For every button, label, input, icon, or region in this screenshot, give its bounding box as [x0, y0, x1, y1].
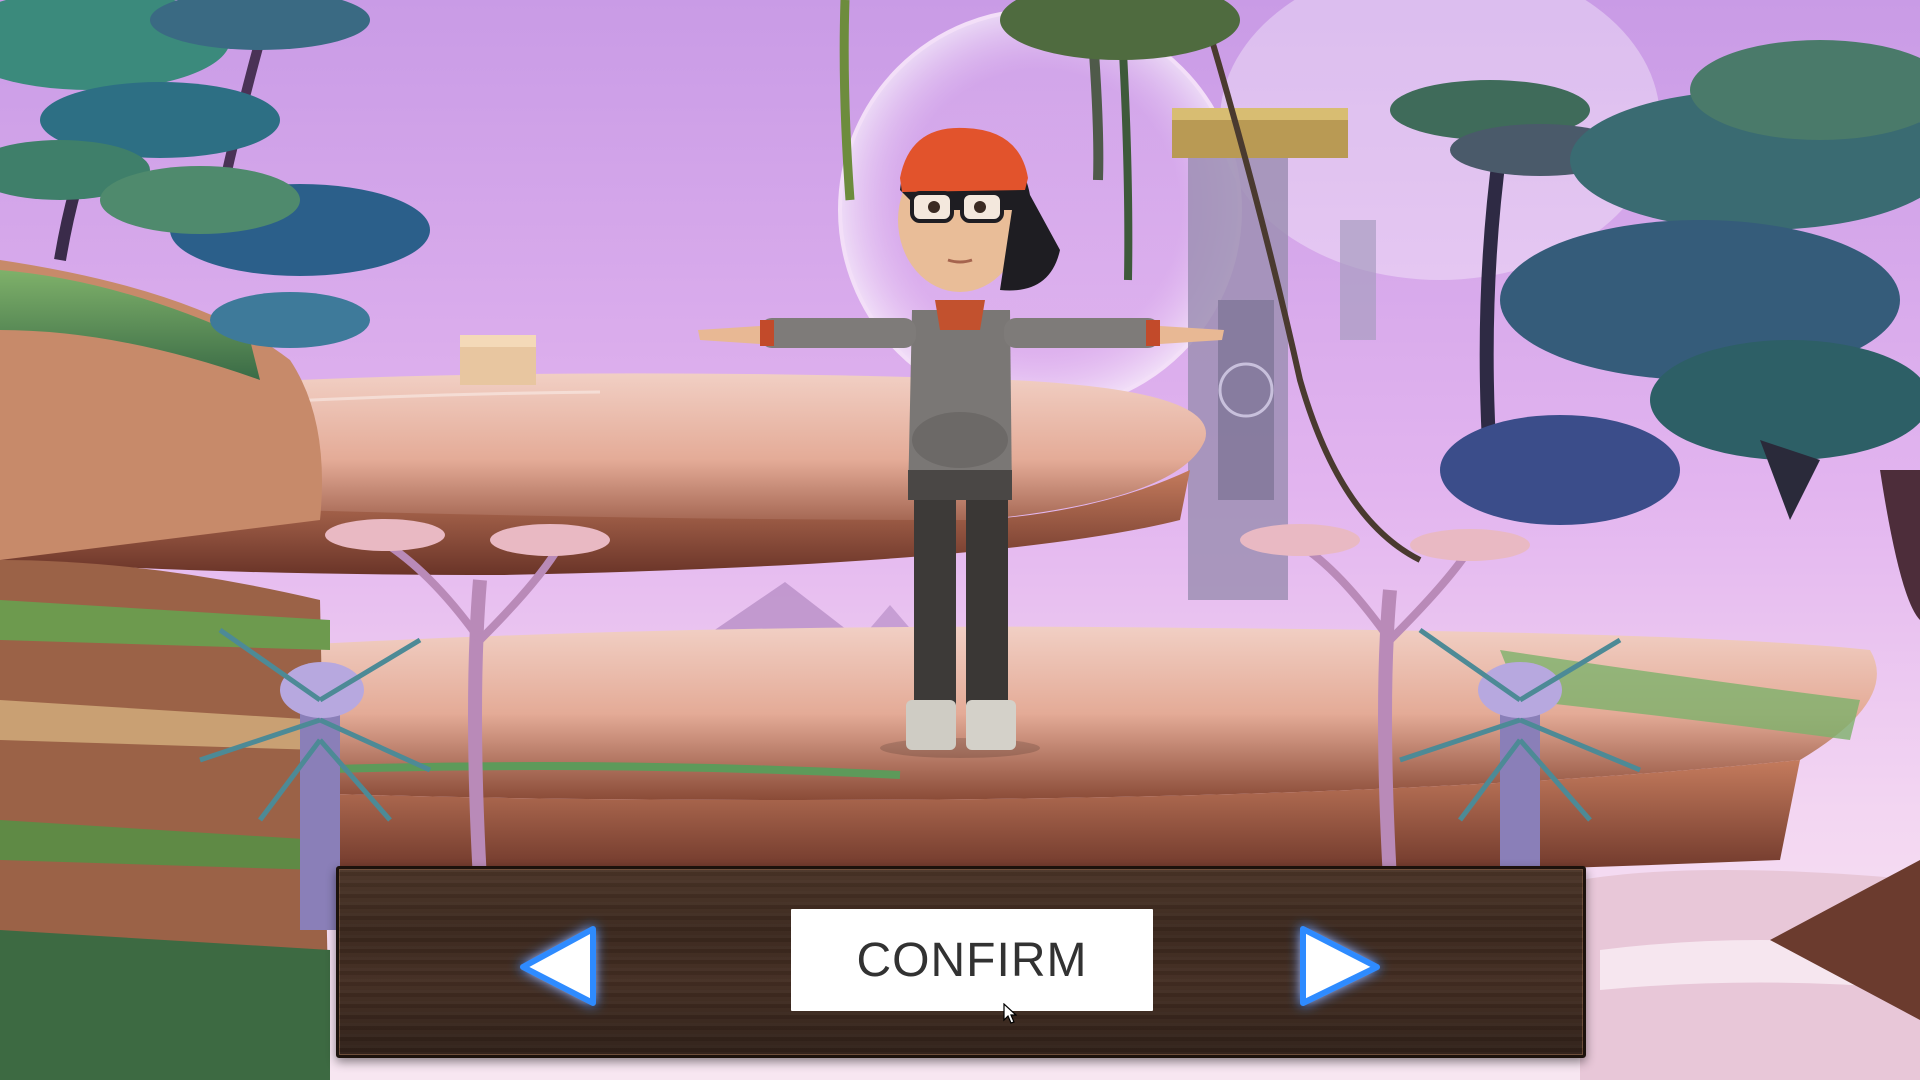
- previous-character-button[interactable]: [501, 911, 611, 1021]
- selection-panel: CONFIRM: [336, 866, 1586, 1058]
- mouse-cursor-icon: [1003, 1003, 1017, 1024]
- left-arrow-icon: [520, 926, 596, 1006]
- next-character-button[interactable]: [1285, 911, 1395, 1021]
- confirm-button[interactable]: CONFIRM: [791, 909, 1153, 1011]
- right-arrow-icon: [1300, 926, 1380, 1006]
- game-screen: CONFIRM: [0, 0, 1920, 1080]
